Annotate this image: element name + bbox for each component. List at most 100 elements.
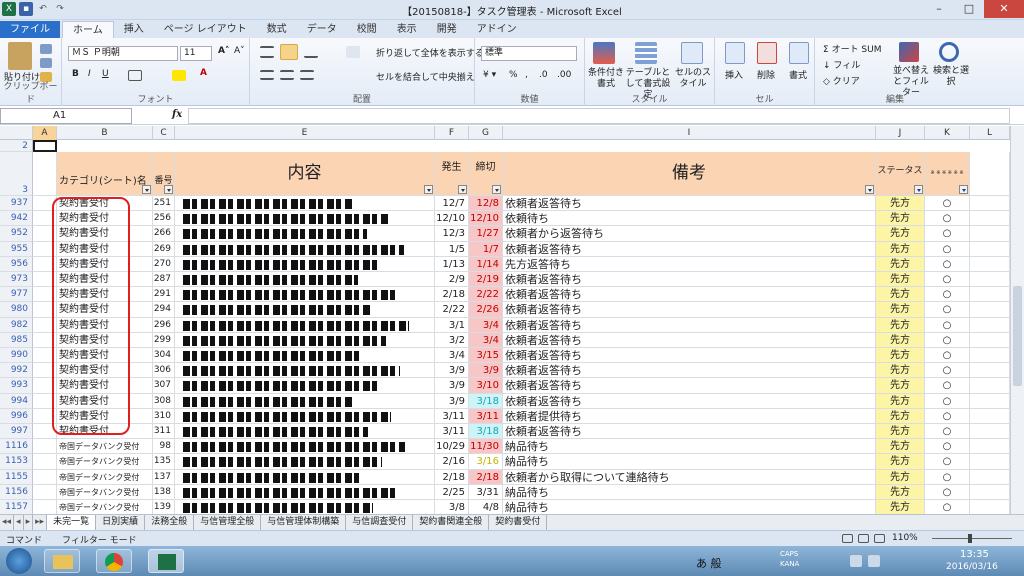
cell-number[interactable]: 308: [153, 393, 175, 409]
cell-A[interactable]: [33, 393, 57, 409]
cell-due[interactable]: 12/8: [469, 196, 503, 212]
cell-mark[interactable]: ○: [925, 241, 970, 257]
sheet-tab[interactable]: 未完一覧: [47, 515, 97, 530]
row-header[interactable]: 952: [0, 226, 33, 242]
cell-notes[interactable]: 依頼者から取得について連絡待ち: [503, 469, 876, 485]
scroll-thumb[interactable]: [1013, 286, 1022, 386]
row-header[interactable]: 1157: [0, 500, 33, 514]
cell-L[interactable]: [970, 287, 1010, 303]
cell-notes[interactable]: 依頼者提供待ち: [503, 408, 876, 424]
cell-content-redacted[interactable]: [175, 256, 435, 272]
filter-dropdown-icon[interactable]: [492, 185, 501, 194]
cell-A[interactable]: [33, 272, 57, 288]
cell-number[interactable]: 98: [153, 439, 175, 455]
cell-L[interactable]: [970, 317, 1010, 333]
cell-issued[interactable]: 10/29: [435, 439, 469, 455]
cell-issued[interactable]: 2/9: [435, 272, 469, 288]
cell-notes[interactable]: 依頼者返答待ち: [503, 363, 876, 379]
cell-A[interactable]: [33, 287, 57, 303]
cell-status[interactable]: 先方: [876, 378, 925, 394]
prev-sheet-icon[interactable]: ◂: [14, 515, 24, 530]
cell-styles-button[interactable]: セルのスタイル: [673, 68, 713, 90]
cell-L[interactable]: [970, 484, 1010, 500]
cell-notes[interactable]: 依頼者から返答待ち: [503, 226, 876, 242]
normal-view-icon[interactable]: [842, 534, 853, 543]
cell-L[interactable]: [970, 226, 1010, 242]
cell-due[interactable]: 12/10: [469, 211, 503, 227]
row-header[interactable]: 982: [0, 317, 33, 333]
column-header-C[interactable]: C: [153, 126, 175, 140]
cell-content-redacted[interactable]: [175, 408, 435, 424]
cell-mark[interactable]: ○: [925, 363, 970, 379]
cell-due[interactable]: 3/4: [469, 332, 503, 348]
row-header[interactable]: 1156: [0, 484, 33, 500]
cell-mark[interactable]: ○: [925, 469, 970, 485]
cell-status[interactable]: 先方: [876, 484, 925, 500]
zoom-slider[interactable]: [932, 538, 1012, 539]
cell-L[interactable]: [970, 393, 1010, 409]
cell-A[interactable]: [33, 348, 57, 364]
sheet-tab[interactable]: 与信管理体制構築: [261, 515, 347, 530]
clear-button[interactable]: ◇ クリア: [823, 74, 860, 87]
cell-number[interactable]: 270: [153, 256, 175, 272]
number-format-select[interactable]: 標準: [481, 46, 577, 61]
cell-mark[interactable]: ○: [925, 211, 970, 227]
format-cells-icon[interactable]: [789, 42, 809, 64]
cell-mark[interactable]: ○: [925, 332, 970, 348]
grow-font-icon[interactable]: A˄: [218, 46, 229, 56]
row-header[interactable]: 1116: [0, 439, 33, 455]
delete-cells-button[interactable]: 削除: [757, 68, 775, 81]
bold-icon[interactable]: B: [72, 69, 79, 79]
cell-notes[interactable]: 依頼者返答待ち: [503, 424, 876, 440]
cell-content-redacted[interactable]: [175, 241, 435, 257]
zoom-slider-thumb[interactable]: [968, 534, 972, 543]
cell-number[interactable]: 138: [153, 484, 175, 500]
cell-A[interactable]: [33, 469, 57, 485]
cell-L[interactable]: [970, 500, 1010, 514]
row-header[interactable]: 980: [0, 302, 33, 318]
cell-category[interactable]: 契約書受付: [57, 302, 153, 318]
conditional-format-button[interactable]: 条件付き書式: [587, 68, 625, 90]
cell-number[interactable]: 251: [153, 196, 175, 212]
cell-category[interactable]: 契約書受付: [57, 378, 153, 394]
cell-issued[interactable]: 12/10: [435, 211, 469, 227]
font-size-select[interactable]: 11: [180, 46, 212, 61]
cell-issued[interactable]: 3/8: [435, 500, 469, 514]
align-top-icon[interactable]: [260, 46, 274, 58]
ribbon-tab-1[interactable]: ホーム: [62, 21, 114, 38]
cell-A2[interactable]: [33, 140, 57, 152]
cell-issued[interactable]: 3/9: [435, 393, 469, 409]
cell-status[interactable]: 先方: [876, 226, 925, 242]
cell-content-redacted[interactable]: [175, 226, 435, 242]
header-extra[interactable]: ※ ※ ※ ※ ※ ※: [925, 152, 970, 196]
cell-category[interactable]: 帝国データバンク受付: [57, 439, 153, 455]
cell-L[interactable]: [970, 196, 1010, 212]
clock-date[interactable]: 2016/03/16: [946, 562, 998, 572]
ribbon-tab-7[interactable]: 表示: [387, 21, 427, 38]
cell-number[interactable]: 139: [153, 500, 175, 514]
percent-icon[interactable]: %: [509, 70, 518, 80]
cell-status[interactable]: 先方: [876, 256, 925, 272]
cell-L[interactable]: [970, 348, 1010, 364]
cell-A[interactable]: [33, 211, 57, 227]
ribbon-tab-9[interactable]: アドイン: [467, 21, 527, 38]
cell-A[interactable]: [33, 196, 57, 212]
find-icon[interactable]: [939, 42, 959, 62]
cell-issued[interactable]: 3/11: [435, 424, 469, 440]
filter-dropdown-icon[interactable]: [142, 185, 151, 194]
cell-due[interactable]: 3/15: [469, 348, 503, 364]
cell-category[interactable]: 契約書受付: [57, 317, 153, 333]
cell-due[interactable]: 4/8: [469, 500, 503, 514]
row-header[interactable]: 956: [0, 256, 33, 272]
cell-content-redacted[interactable]: [175, 272, 435, 288]
cell-category[interactable]: 契約書受付: [57, 211, 153, 227]
next-sheet-icon[interactable]: ▸: [24, 515, 34, 530]
cell-category[interactable]: 契約書受付: [57, 241, 153, 257]
cell-due[interactable]: 3/4: [469, 317, 503, 333]
cell-content-redacted[interactable]: [175, 287, 435, 303]
sheet-tab[interactable]: 日別実績: [96, 515, 146, 530]
cell-category[interactable]: 帝国データバンク受付: [57, 484, 153, 500]
insert-cells-button[interactable]: 挿入: [725, 68, 743, 81]
row-header[interactable]: 990: [0, 348, 33, 364]
clock-time[interactable]: 13:35: [960, 549, 989, 560]
